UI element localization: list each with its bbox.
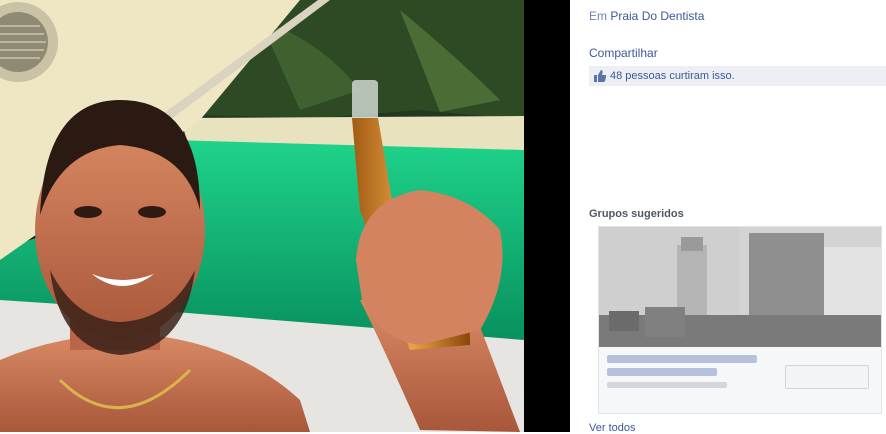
- location-line: Em Praia Do Dentista: [589, 9, 704, 23]
- group-title-blur[interactable]: [607, 355, 757, 363]
- location-prefix: Em: [589, 9, 607, 23]
- suggested-group-card[interactable]: [598, 226, 882, 414]
- likes-bar[interactable]: 48 pessoas curtiram isso.: [589, 66, 886, 86]
- group-card-info: [607, 355, 873, 405]
- suggested-groups-title: Grupos sugeridos: [589, 208, 684, 220]
- location-link[interactable]: Praia Do Dentista: [610, 9, 704, 23]
- photo-sidebar: Em Praia Do Dentista Compartilhar 48 pes…: [570, 0, 886, 434]
- photo[interactable]: Sol: [0, 0, 524, 432]
- share-link[interactable]: Compartilhar: [589, 46, 658, 60]
- photo-image: Sol: [0, 0, 524, 432]
- group-title-blur-2: [607, 368, 717, 376]
- see-all-link[interactable]: Ver todos: [589, 422, 635, 434]
- join-group-button[interactable]: [785, 365, 869, 389]
- thumbs-up-icon: [594, 70, 607, 82]
- group-cover-image: [599, 227, 881, 347]
- group-members-blur: [607, 382, 727, 388]
- likes-text: 48 pessoas curtiram isso.: [610, 70, 735, 82]
- photo-divider: [524, 0, 570, 432]
